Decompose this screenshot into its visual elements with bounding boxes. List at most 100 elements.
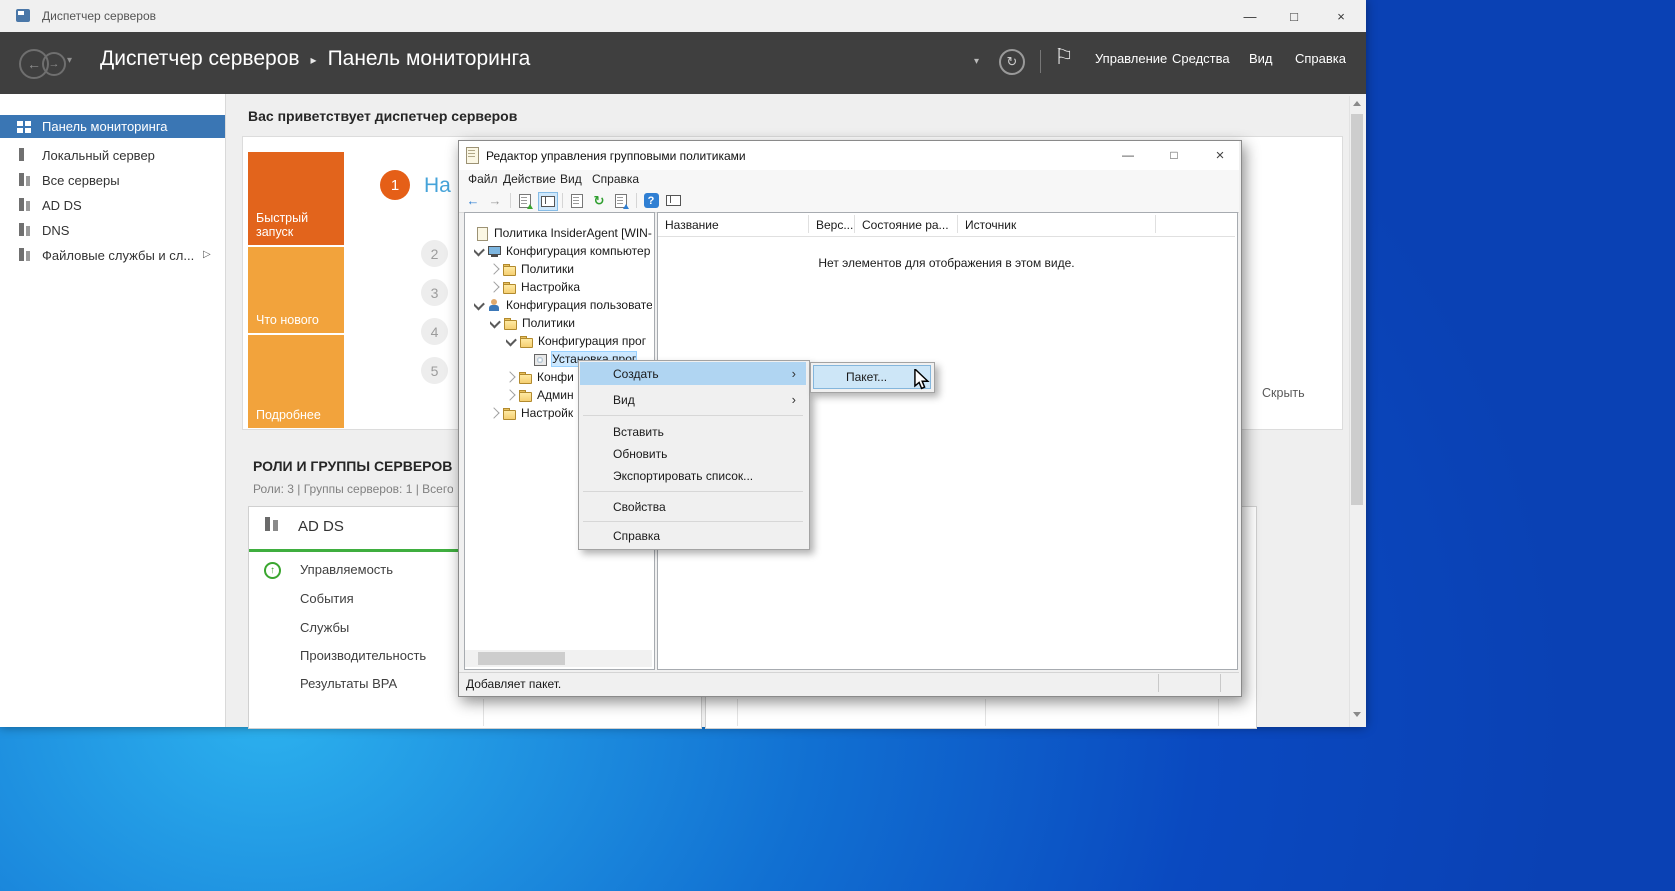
- ad-ds-row-performance[interactable]: Производительность: [300, 648, 426, 663]
- menu-help[interactable]: Справка: [1295, 51, 1346, 66]
- tree-item-policy-root[interactable]: Политика InsiderAgent [WIN-1: [476, 224, 652, 242]
- ad-ds-card-title[interactable]: AD DS: [298, 518, 344, 535]
- tree-item-windows-settings[interactable]: Конфи: [506, 368, 576, 386]
- sidebar-item-all-servers[interactable]: Все серверы: [0, 168, 225, 192]
- column-header-deploy-state[interactable]: Состояние ра...: [862, 218, 949, 232]
- tree-item-computer-configuration[interactable]: Конфигурация компьютер: [474, 242, 652, 260]
- tile-quick-start[interactable]: Быстрый запуск: [248, 152, 344, 245]
- gp-editor-app-icon: [466, 147, 479, 164]
- roles-heading: РОЛИ И ГРУППЫ СЕРВЕРОВ: [253, 458, 452, 474]
- sm-close-button[interactable]: ×: [1318, 0, 1364, 32]
- sidebar-item-ad-ds[interactable]: AD DS: [0, 193, 225, 217]
- tree-item-policies-user[interactable]: Политики: [490, 314, 652, 332]
- gp-editor-title: Редактор управления групповыми политикам…: [486, 149, 746, 163]
- context-menu-help[interactable]: Справка: [580, 524, 806, 547]
- toolbar-forward-icon[interactable]: →: [486, 192, 504, 209]
- refresh-icon[interactable]: ↻: [999, 49, 1025, 75]
- toolbar-extended-view-icon[interactable]: [664, 192, 682, 209]
- toolbar-refresh-icon[interactable]: ↻: [590, 192, 608, 209]
- dns-icon: [17, 223, 31, 237]
- toolbar-console-tree-icon[interactable]: [538, 192, 558, 211]
- header-caret-icon[interactable]: ▾: [974, 56, 979, 67]
- toolbar-help-icon[interactable]: ?: [642, 192, 660, 209]
- chevron-down-icon[interactable]: [474, 243, 485, 256]
- toolbar-back-icon[interactable]: ←: [464, 192, 482, 209]
- ad-ds-icon: [17, 198, 31, 212]
- column-separator[interactable]: [854, 215, 855, 233]
- gp-menu-help[interactable]: Справка: [592, 172, 639, 186]
- gp-maximize-button[interactable]: □: [1152, 141, 1196, 169]
- sidebar-item-dns[interactable]: DNS: [0, 218, 225, 242]
- gp-minimize-button[interactable]: —: [1106, 141, 1150, 169]
- step-1-link[interactable]: На: [424, 174, 451, 198]
- gp-menu-view[interactable]: Вид: [560, 172, 582, 186]
- computer-icon: [488, 245, 501, 258]
- gp-menu-action[interactable]: Действие: [503, 172, 556, 186]
- sidebar-item-local-server[interactable]: Локальный сервер: [0, 143, 225, 167]
- chevron-right-icon[interactable]: [506, 389, 516, 400]
- scroll-down-icon[interactable]: [1353, 712, 1361, 717]
- column-separator[interactable]: [1155, 215, 1156, 233]
- card-table-line: [483, 699, 484, 726]
- chevron-right-icon[interactable]: [490, 407, 500, 418]
- column-separator[interactable]: [957, 215, 958, 233]
- toolbar-up-one-level-icon[interactable]: [516, 192, 534, 209]
- tree-item-software-settings[interactable]: Конфигурация прог: [506, 332, 652, 350]
- forward-button[interactable]: →: [42, 52, 66, 76]
- ad-ds-row-services[interactable]: Службы: [300, 620, 349, 635]
- column-header-version[interactable]: Верс...: [816, 218, 853, 232]
- nav-history-caret-icon[interactable]: ▾: [67, 55, 72, 66]
- gp-close-button[interactable]: ×: [1198, 141, 1242, 169]
- column-header-name[interactable]: Название: [665, 218, 719, 232]
- chevron-down-icon[interactable]: [490, 315, 501, 328]
- breadcrumb-root[interactable]: Диспетчер серверов: [100, 47, 300, 71]
- context-menu-export-list[interactable]: Экспортировать список...: [580, 464, 806, 487]
- step-2-badge: 2: [421, 240, 448, 267]
- tree-item-policies-computer[interactable]: Политики: [490, 260, 652, 278]
- context-menu-refresh[interactable]: Обновить: [580, 442, 806, 465]
- expand-flyout-icon[interactable]: ▷: [203, 249, 211, 260]
- chevron-down-icon[interactable]: [506, 333, 517, 346]
- toolbar-export-list-icon[interactable]: [612, 192, 630, 209]
- context-menu-properties[interactable]: Свойства: [580, 495, 806, 518]
- gp-menu-file[interactable]: Файл: [468, 172, 498, 186]
- folder-icon: [519, 371, 532, 384]
- column-header-source[interactable]: Источник: [965, 218, 1016, 232]
- sm-scrollbar-thumb[interactable]: [1351, 114, 1363, 505]
- file-services-icon: [17, 248, 31, 262]
- tile-whats-new[interactable]: Что нового: [248, 247, 344, 333]
- ad-ds-row-manageability[interactable]: Управляемость: [300, 562, 393, 577]
- menu-tools[interactable]: Средства: [1172, 51, 1230, 66]
- context-menu-view[interactable]: Вид ›: [580, 388, 806, 411]
- sm-maximize-button[interactable]: □: [1271, 0, 1317, 32]
- submenu-arrow-icon: ›: [792, 366, 796, 381]
- menu-separator: [583, 491, 803, 492]
- sidebar-item-file-services[interactable]: Файловые службы и сл...: [0, 243, 225, 267]
- gp-status-bar: [459, 672, 1239, 695]
- tree-item-preferences-computer[interactable]: Настройка: [490, 278, 652, 296]
- chevron-right-icon[interactable]: [506, 371, 516, 382]
- ad-ds-row-bpa[interactable]: Результаты BPA: [300, 676, 397, 691]
- chevron-right-icon[interactable]: [490, 281, 500, 292]
- context-menu-create[interactable]: Создать ›: [580, 362, 806, 385]
- tree-item-user-configuration[interactable]: Конфигурация пользовате: [474, 296, 652, 314]
- context-menu-paste[interactable]: Вставить: [580, 420, 806, 443]
- tree-item-admin-templates[interactable]: Админ: [506, 386, 576, 404]
- sm-minimize-button[interactable]: —: [1227, 0, 1273, 32]
- tree-scrollbar-thumb[interactable]: [478, 652, 565, 665]
- tree-item-preferences-user[interactable]: Настройк: [490, 404, 576, 422]
- local-server-icon: [17, 148, 31, 162]
- toolbar-properties-icon[interactable]: [568, 192, 586, 209]
- menu-view[interactable]: Вид: [1249, 51, 1273, 66]
- notifications-flag-icon[interactable]: ⚐: [1054, 44, 1074, 70]
- menu-manage[interactable]: Управление: [1095, 51, 1167, 66]
- ad-ds-row-events[interactable]: События: [300, 591, 354, 606]
- scroll-up-icon[interactable]: [1353, 101, 1361, 106]
- column-separator[interactable]: [808, 215, 809, 233]
- folder-icon: [503, 407, 516, 420]
- hide-welcome-button[interactable]: Скрыть: [1262, 386, 1305, 400]
- chevron-down-icon[interactable]: [474, 297, 485, 310]
- sidebar-item-dashboard[interactable]: Панель мониторинга: [0, 115, 225, 138]
- chevron-right-icon[interactable]: [490, 263, 500, 274]
- tile-learn-more[interactable]: Подробнее: [248, 335, 344, 428]
